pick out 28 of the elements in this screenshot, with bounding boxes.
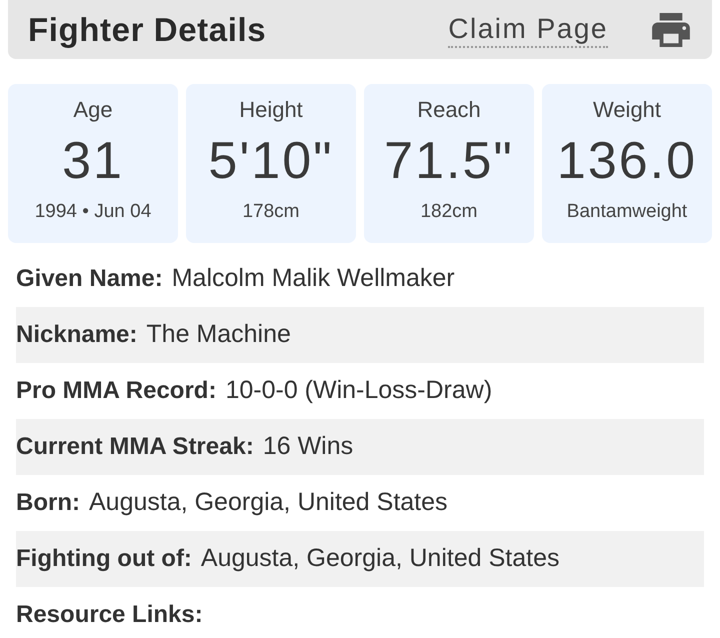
- detail-label: Given Name:: [16, 264, 163, 294]
- detail-value: 10-0-0 (Win-Loss-Draw): [225, 375, 492, 406]
- claim-page-link[interactable]: Claim Page: [448, 11, 608, 48]
- stat-detail: 178cm: [242, 200, 300, 224]
- stat-value: 136.0: [556, 134, 698, 186]
- detail-label: Pro MMA Record:: [16, 376, 216, 406]
- stat-value: 31: [62, 134, 124, 186]
- stat-label: Weight: [592, 96, 662, 124]
- stat-value: 5'10": [208, 134, 334, 186]
- stat-label: Reach: [417, 96, 481, 124]
- detail-label: Resource Links:: [16, 600, 203, 630]
- stat-detail: 1994 • Jun 04: [34, 200, 152, 224]
- detail-value: The Machine: [146, 319, 291, 350]
- detail-value: 16 Wins: [262, 431, 354, 462]
- stat-detail: Bantamweight: [566, 200, 688, 224]
- detail-label: Nickname:: [16, 320, 138, 350]
- detail-label: Born:: [16, 488, 80, 518]
- detail-label: Fighting out of:: [16, 544, 192, 574]
- stat-label: Height: [239, 96, 303, 124]
- detail-value: Augusta, Georgia, United States: [88, 487, 448, 518]
- print-icon[interactable]: [652, 12, 690, 46]
- stat-detail: 182cm: [420, 200, 478, 224]
- detail-label: Current MMA Streak:: [16, 432, 254, 462]
- page-title: Fighter Details: [28, 13, 266, 46]
- stat-label: Age: [73, 96, 113, 124]
- detail-value: Augusta, Georgia, United States: [200, 543, 560, 574]
- detail-value: Malcolm Malik Wellmaker: [172, 263, 455, 294]
- stat-value: 71.5": [384, 134, 514, 186]
